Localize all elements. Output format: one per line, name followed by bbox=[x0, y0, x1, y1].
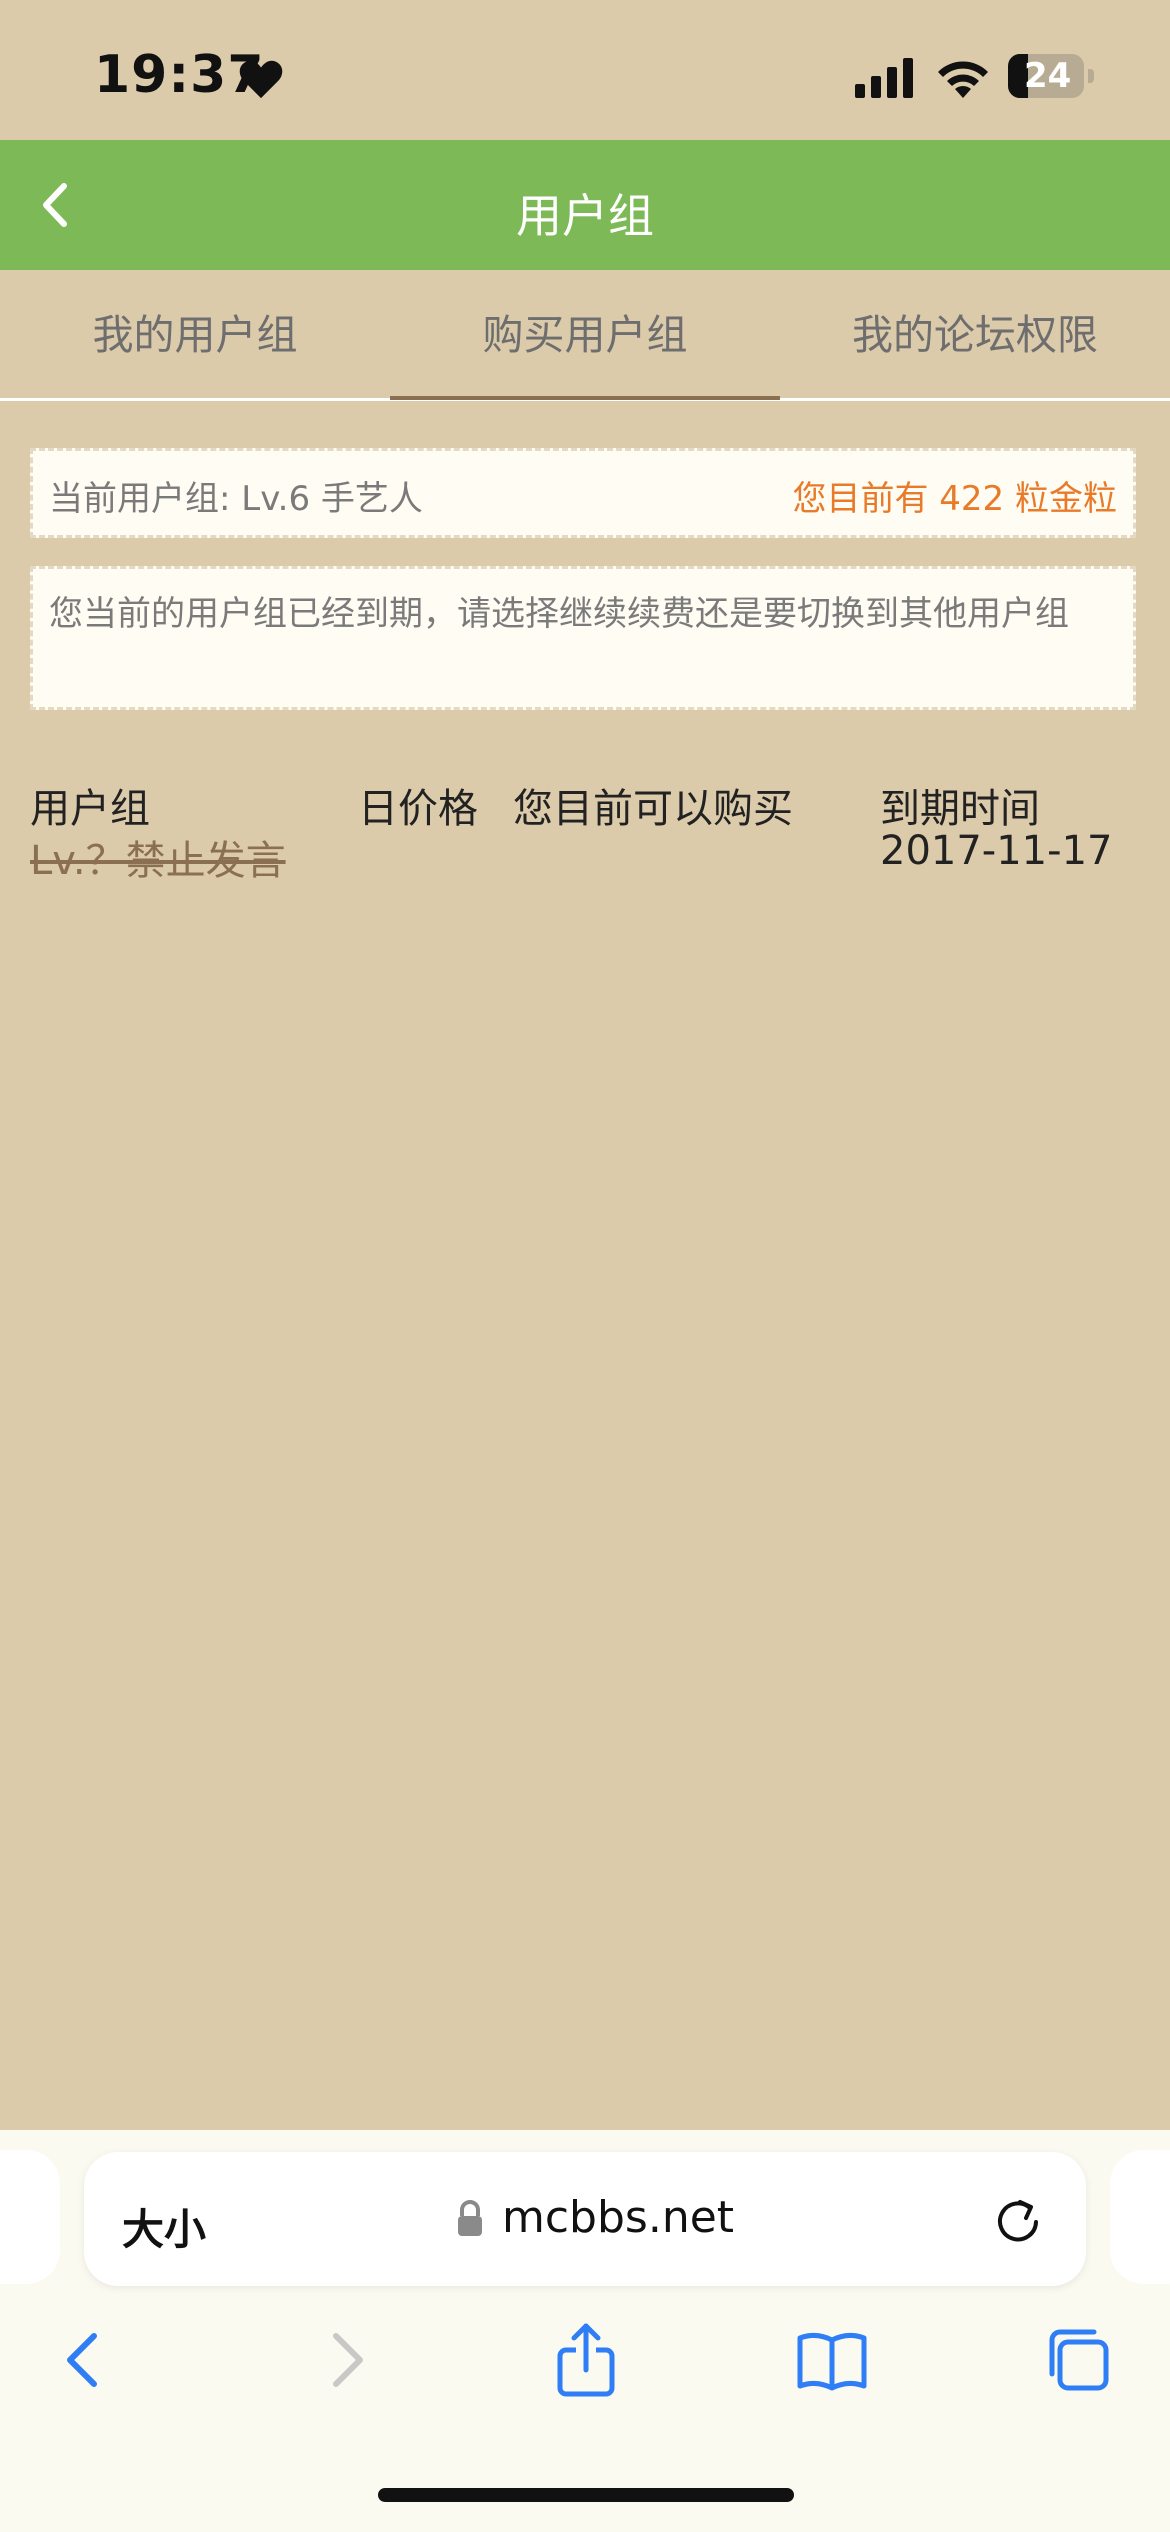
share-icon[interactable] bbox=[546, 2320, 626, 2400]
tab-buy-groups[interactable]: 购买用户组 bbox=[390, 272, 780, 400]
column-header-can-buy: 您目前可以购买 bbox=[513, 786, 793, 832]
app-header: 用户组 bbox=[0, 140, 1170, 270]
battery-icon: 24 bbox=[1008, 54, 1094, 100]
browser-forward-icon[interactable] bbox=[302, 2320, 382, 2400]
battery-level: 24 bbox=[1024, 56, 1072, 96]
cellular-signal-icon bbox=[855, 58, 913, 98]
text-size-button[interactable]: 大小 bbox=[122, 2196, 206, 2257]
previous-tab-preview[interactable] bbox=[0, 2150, 60, 2284]
status-bar: 19:37 24 bbox=[0, 0, 1170, 140]
browser-back-icon[interactable] bbox=[48, 2320, 128, 2400]
current-group-text: 当前用户组: Lv.6 手艺人 bbox=[49, 479, 423, 519]
browser-toolbar: 大小 mcbbs.net bbox=[0, 2130, 1170, 2532]
url-text[interactable]: mcbbs.net bbox=[502, 2192, 734, 2243]
home-indicator[interactable] bbox=[378, 2488, 794, 2502]
table-row-group-name[interactable]: Lv.？禁止发言 bbox=[30, 828, 286, 886]
address-bar[interactable]: 大小 mcbbs.net bbox=[84, 2152, 1086, 2286]
lock-icon bbox=[458, 2200, 482, 2236]
wifi-icon bbox=[938, 61, 988, 98]
gold-balance-text: 您目前有 422 粒金粒 bbox=[792, 479, 1117, 519]
current-group-notice: 当前用户组: Lv.6 手艺人 您目前有 422 粒金粒 bbox=[30, 448, 1136, 538]
page-title: 用户组 bbox=[516, 189, 654, 243]
bookmarks-icon[interactable] bbox=[792, 2320, 872, 2400]
column-header-daily-price: 日价格 bbox=[358, 786, 478, 832]
tabs-icon[interactable] bbox=[1040, 2320, 1120, 2400]
heart-icon bbox=[239, 60, 283, 99]
tab-forum-permissions[interactable]: 我的论坛权限 bbox=[780, 272, 1170, 398]
column-header-group: 用户组 bbox=[30, 786, 150, 832]
reload-icon[interactable] bbox=[990, 2192, 1046, 2248]
expired-notice-text: 您当前的用户组已经到期，请选择继续续费还是要切换到其他用户组 bbox=[49, 594, 1069, 634]
tab-bar: 我的用户组 购买用户组 我的论坛权限 bbox=[0, 272, 1170, 401]
expired-notice: 您当前的用户组已经到期，请选择继续续费还是要切换到其他用户组 bbox=[30, 566, 1136, 710]
table-row-expiry: 2017-11-17 bbox=[880, 828, 1113, 874]
next-tab-preview[interactable] bbox=[1110, 2150, 1170, 2284]
column-header-expiry: 到期时间 bbox=[880, 786, 1040, 832]
tab-my-groups[interactable]: 我的用户组 bbox=[0, 272, 390, 398]
